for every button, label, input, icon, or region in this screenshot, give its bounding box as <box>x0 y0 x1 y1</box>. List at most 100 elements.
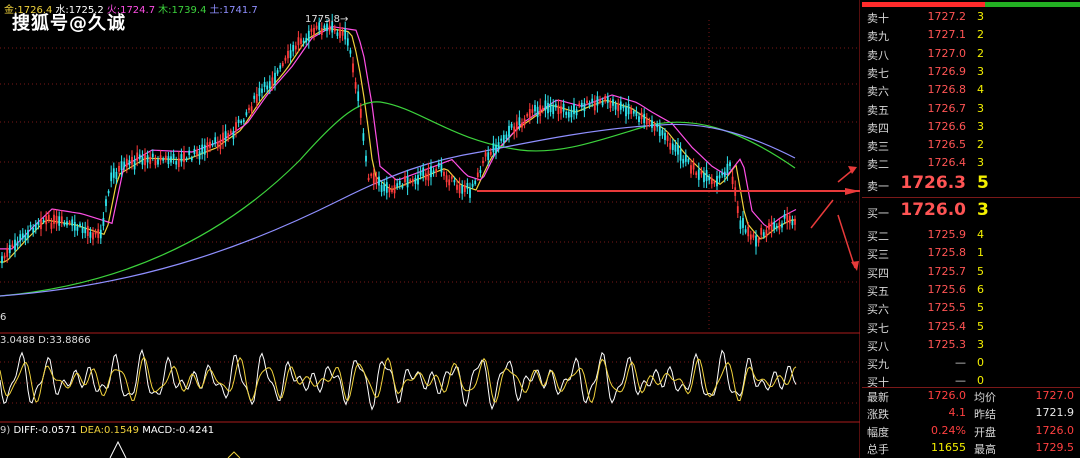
bid-level-2[interactable]: 买二 1725.9 4 <box>862 226 1080 244</box>
level-volume: 1 <box>977 246 984 260</box>
candle-body <box>229 130 232 134</box>
bid-level-7[interactable]: 买七 1725.4 5 <box>862 318 1080 336</box>
candle-body <box>627 103 630 115</box>
candle-body <box>692 162 695 170</box>
candle-body <box>375 176 378 185</box>
candle-body <box>471 183 474 187</box>
candle-body <box>617 103 620 112</box>
candle-body <box>258 88 261 97</box>
chart-canvas[interactable] <box>0 0 860 458</box>
candle-body <box>47 214 50 221</box>
ask-level-6[interactable]: 卖五 1726.7 3 <box>862 100 1080 118</box>
candle-body <box>224 131 227 141</box>
candle-body <box>713 181 716 184</box>
bid-level-6[interactable]: 买六 1725.5 5 <box>862 299 1080 317</box>
level-price: 1726.0 <box>900 200 966 220</box>
ask-level-4[interactable]: 卖七 1726.9 3 <box>862 63 1080 81</box>
level-label: 卖四 <box>867 121 889 135</box>
candle-body <box>60 216 63 224</box>
candle-body <box>245 112 248 116</box>
candle-body <box>554 104 557 108</box>
candle-body <box>401 185 404 188</box>
ma-line-magenta <box>0 25 797 250</box>
candle-body <box>653 125 656 131</box>
candle-body <box>131 156 133 165</box>
bid-level-4[interactable]: 买四 1725.7 5 <box>862 263 1080 281</box>
ask-level-9[interactable]: 卖二 1726.4 3 <box>862 154 1080 172</box>
candle-body <box>185 157 188 161</box>
candle-body <box>367 177 370 181</box>
candle-body <box>523 118 526 125</box>
stat-value: 1729.5 <box>1035 440 1075 454</box>
candle-body <box>84 227 87 234</box>
candle-body <box>398 180 401 185</box>
ask-level-1[interactable]: 卖十 1727.2 3 <box>862 8 1080 26</box>
level-label: 买九 <box>867 358 889 372</box>
candle-body <box>500 138 503 141</box>
level-price: — <box>955 374 966 388</box>
ask-level-10[interactable]: 卖一 1726.3 5 <box>862 172 1080 196</box>
candle-body <box>497 142 500 149</box>
ask-level-3[interactable]: 卖八 1727.0 2 <box>862 45 1080 63</box>
candle-body <box>684 154 687 162</box>
candle-body <box>773 221 776 230</box>
candle-body <box>731 176 734 185</box>
candle-body <box>435 168 438 173</box>
macd-dea-line <box>227 451 241 458</box>
ma-line-gold <box>0 27 796 263</box>
candle-body <box>643 113 646 124</box>
bid-level-3[interactable]: 买三 1725.8 1 <box>862 244 1080 262</box>
candle-body <box>625 106 627 117</box>
candle-body <box>11 244 14 247</box>
level-volume: 4 <box>977 228 984 241</box>
candle-body <box>744 229 747 233</box>
ask-level-2[interactable]: 卖九 1727.1 2 <box>862 26 1080 44</box>
candle-body <box>528 109 531 118</box>
candle-body <box>794 218 796 225</box>
candle-body <box>791 220 794 226</box>
ask-level-8[interactable]: 卖三 1726.5 2 <box>862 136 1080 154</box>
candle-body <box>677 144 679 155</box>
candle-body <box>58 216 61 226</box>
candle-body <box>679 149 682 161</box>
candle-body <box>562 103 565 112</box>
candle-body <box>66 221 68 226</box>
level-label: 买六 <box>867 303 889 317</box>
candle-body <box>110 172 113 182</box>
level-volume: 3 <box>977 119 984 133</box>
candle-body <box>430 166 432 178</box>
level-label: 卖八 <box>867 48 889 62</box>
candle-body <box>263 82 266 87</box>
candle-body <box>302 40 305 43</box>
candle-body <box>352 63 354 73</box>
candle-body <box>105 199 107 206</box>
candle-body <box>21 233 24 239</box>
bid-level-9[interactable]: 买九 — 0 <box>862 354 1080 372</box>
level-price: 1726.3 <box>900 173 966 193</box>
candle-body <box>588 102 591 107</box>
candle-body <box>739 220 742 229</box>
ask-level-7[interactable]: 卖四 1726.6 3 <box>862 118 1080 136</box>
candle-body <box>752 234 755 238</box>
level-price: 1725.9 <box>927 228 967 241</box>
candle-body <box>76 226 79 231</box>
candle-body <box>79 223 81 227</box>
candle-body <box>172 154 175 159</box>
candle-body <box>502 134 505 143</box>
kdj-legend: 3.0488 D:33.8866 <box>0 335 91 346</box>
bid-level-1[interactable]: 买一 1726.0 3 <box>862 199 1080 223</box>
candle-body <box>227 133 230 139</box>
candle-body <box>219 139 222 149</box>
quote-stat-row: 总手 11655 最高 1729.5 <box>862 440 1080 457</box>
candle-body <box>565 111 568 115</box>
buy-ratio-bar <box>985 2 1080 7</box>
bid-level-8[interactable]: 买八 1725.3 3 <box>862 336 1080 354</box>
bid-level-5[interactable]: 买五 1725.6 6 <box>862 281 1080 299</box>
candle-body <box>526 113 529 117</box>
candle-body <box>760 227 763 235</box>
candle-body <box>149 157 152 164</box>
ask-level-5[interactable]: 卖六 1726.8 4 <box>862 81 1080 99</box>
candle-body <box>573 103 575 115</box>
candle-body <box>445 175 448 183</box>
price-chart-area[interactable]: 金:1726.4 水:1725.2 火:1724.7 木:1739.4 土:1741.7… <box>0 0 860 458</box>
